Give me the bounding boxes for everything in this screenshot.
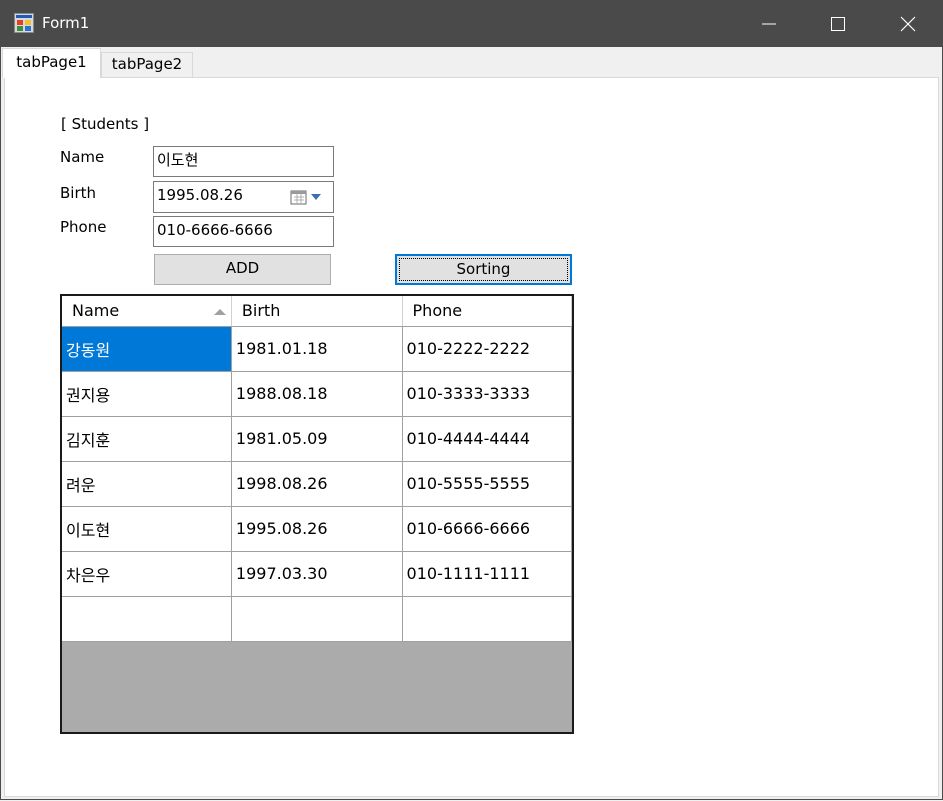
close-button[interactable] (873, 0, 943, 47)
title-bar: Form1 (0, 0, 943, 47)
new-row[interactable] (62, 596, 572, 642)
cell-name[interactable]: 강동원 (62, 326, 232, 372)
app-icon (14, 13, 34, 33)
cell-birth[interactable]: 1995.08.26 (231, 506, 403, 552)
birth-label: Birth (60, 184, 97, 202)
column-header-birth[interactable]: Birth (231, 296, 403, 327)
column-header-label: Birth (241, 301, 281, 321)
name-input[interactable]: 이도현 (153, 146, 334, 177)
cell-birth-new[interactable] (231, 596, 403, 642)
sort-ascending-icon (213, 309, 226, 315)
cell-birth[interactable]: 1981.01.18 (231, 326, 403, 372)
name-label: Name (60, 148, 105, 166)
minimize-button[interactable] (734, 0, 804, 47)
cell-birth[interactable]: 1997.03.30 (231, 551, 403, 597)
cell-phone[interactable]: 010-3333-3333 (402, 371, 572, 417)
column-header-label: Name (72, 301, 120, 321)
students-section-title: [ Students ] (61, 115, 150, 133)
window-title: Form1 (42, 14, 90, 32)
cell-phone[interactable]: 010-5555-5555 (402, 461, 572, 507)
maximize-icon (831, 16, 845, 31)
birth-date-value: 1995.08.26 (157, 186, 243, 204)
table-row[interactable]: 강동원 1981.01.18 010-2222-2222 (62, 326, 572, 372)
column-header-label: Phone (412, 301, 463, 321)
cell-name[interactable]: 차은우 (62, 551, 232, 597)
add-button[interactable]: ADD (154, 254, 331, 285)
phone-input[interactable]: 010-6666-6666 (153, 216, 334, 247)
table-row[interactable]: 권지용 1988.08.18 010-3333-3333 (62, 371, 572, 417)
cell-birth[interactable]: 1998.08.26 (231, 461, 403, 507)
sorting-button[interactable]: Sorting (395, 254, 572, 285)
phone-label: Phone (60, 218, 107, 236)
table-row[interactable]: 차은우 1997.03.30 010-1111-1111 (62, 551, 572, 597)
date-dropdown-button[interactable] (290, 187, 328, 207)
cell-name[interactable]: 권지용 (62, 371, 232, 417)
cell-name[interactable]: 려운 (62, 461, 232, 507)
column-header-name[interactable]: Name (62, 296, 232, 327)
cell-name-new[interactable] (62, 596, 232, 642)
minimize-icon (762, 23, 776, 24)
calendar-icon (290, 190, 307, 205)
cell-birth[interactable]: 1981.05.09 (231, 416, 403, 462)
cell-birth[interactable]: 1988.08.18 (231, 371, 403, 417)
table-row[interactable]: 이도현 1995.08.26 010-6666-6666 (62, 506, 572, 552)
cell-phone[interactable]: 010-6666-6666 (402, 506, 572, 552)
column-header-phone[interactable]: Phone (402, 296, 572, 327)
cell-phone[interactable]: 010-4444-4444 (402, 416, 572, 462)
table-row[interactable]: 김지훈 1981.05.09 010-4444-4444 (62, 416, 572, 462)
grid-table: Name Birth Phone 강동원 1981.01.18 010-2222… (62, 296, 572, 642)
maximize-button[interactable] (803, 0, 873, 47)
chevron-down-icon (311, 194, 321, 200)
cell-name[interactable]: 김지훈 (62, 416, 232, 462)
cell-name[interactable]: 이도현 (62, 506, 232, 552)
cell-phone-new[interactable] (402, 596, 572, 642)
tab-page2[interactable]: tabPage2 (101, 52, 193, 77)
cell-phone[interactable]: 010-2222-2222 (402, 326, 572, 372)
students-data-grid[interactable]: Name Birth Phone 강동원 1981.01.18 010-2222… (60, 294, 574, 734)
tab-page1[interactable]: tabPage1 (2, 48, 101, 78)
cell-phone[interactable]: 010-1111-1111 (402, 551, 572, 597)
table-row[interactable]: 려운 1998.08.26 010-5555-5555 (62, 461, 572, 507)
close-icon (900, 16, 916, 31)
grid-header-row: Name Birth Phone (62, 296, 572, 327)
focus-rectangle (399, 258, 568, 281)
